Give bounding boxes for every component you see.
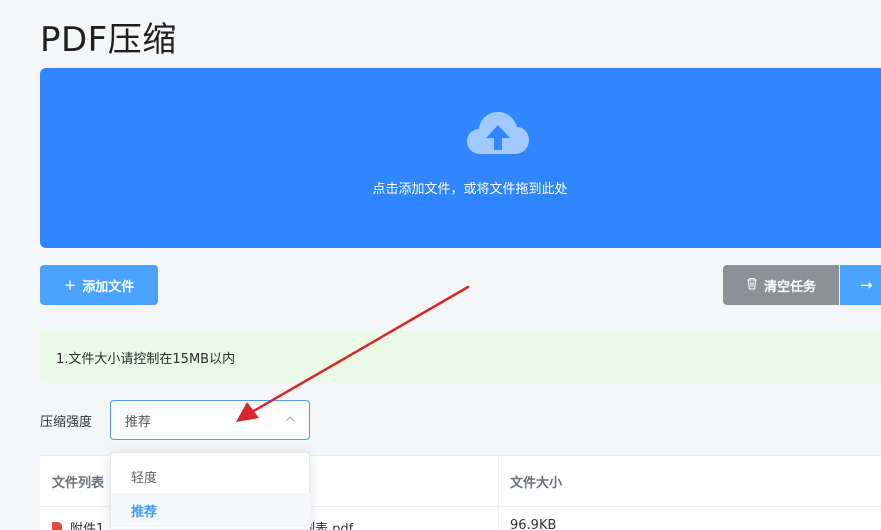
trash-icon [746,276,758,294]
column-header-files: 文件列表 [52,475,105,491]
notice-text: 1.文件大小请控制在15MB以内 [56,351,236,367]
next-button[interactable]: → [840,265,881,305]
clear-tasks-label: 清空任务 [763,279,816,295]
compression-select[interactable]: 推荐 [110,400,310,440]
add-file-button[interactable]: + 添加文件 [40,265,158,305]
option-recommended[interactable]: 推荐 [111,493,311,527]
add-file-label: 添加文件 [82,279,135,295]
page-title: PDF压缩 [40,20,177,60]
compression-label: 压缩强度 [40,415,93,430]
compression-dropdown: 轻度 推荐 [110,452,311,530]
plus-icon: + [63,276,77,294]
option-light[interactable]: 轻度 [111,459,311,493]
column-divider [498,456,499,530]
upload-dropzone[interactable]: 点击添加文件，或将文件拖到此处 [40,68,881,248]
chevron-up-icon [285,416,295,422]
file-name-cell: 附件1 [52,518,104,530]
column-header-size: 文件大小 [510,475,563,491]
notice-banner: 1.文件大小请控制在15MB以内 [40,331,881,383]
pdf-file-icon [52,521,62,530]
file-size-cell: 96.9KB [510,518,557,530]
compression-selected-value: 推荐 [125,414,152,430]
upload-hint: 点击添加文件，或将文件拖到此处 [372,182,568,197]
file-name-start: 附件1 [70,522,105,530]
clear-tasks-button[interactable]: 清空任务 [723,265,839,305]
cloud-upload-icon [467,112,529,154]
arrow-right-icon: → [860,276,873,294]
